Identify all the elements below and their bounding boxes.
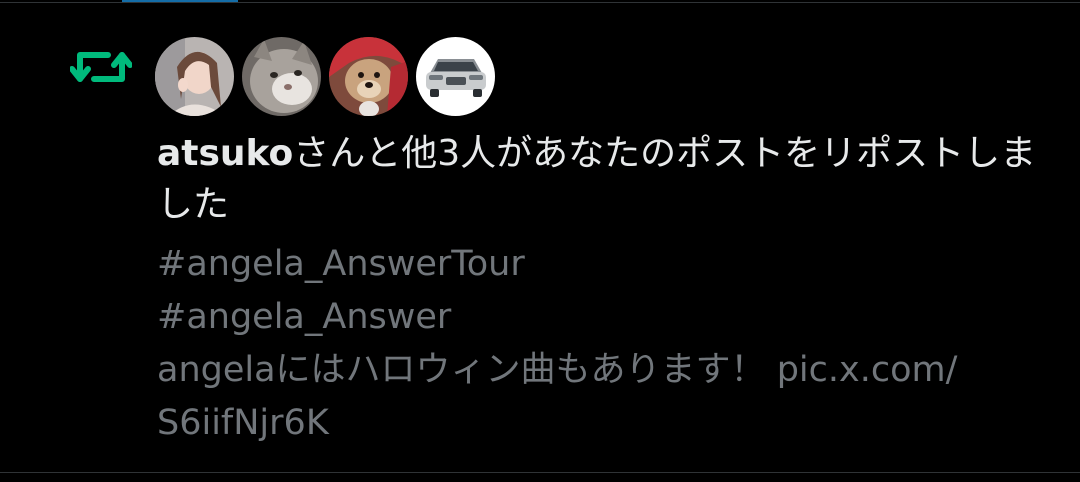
repost-notification[interactable]: atsukoさんと他3人があなたのポストをリポストしました #angela_An… xyxy=(0,3,1080,472)
post-preview[interactable]: #angela_AnswerTour #angela_Answer angela… xyxy=(157,238,1057,450)
hashtag-link[interactable]: #angela_AnswerTour xyxy=(157,238,1057,291)
avatar-car-icon[interactable] xyxy=(416,37,495,116)
notification-headline: atsukoさんと他3人があなたのポストをリポストしました xyxy=(157,128,1057,230)
hashtag-link[interactable]: #angela_Answer xyxy=(157,291,1057,344)
post-body-line: angelaにはハロウィン曲もあります！ pic.x.com/ xyxy=(157,344,1057,397)
notification-text: atsukoさんと他3人があなたのポストをリポストしました #angela_An… xyxy=(157,128,1057,450)
reposter-avatars xyxy=(155,37,495,116)
media-link[interactable]: pic.x.com/ xyxy=(777,350,958,390)
avatar-woman-icon[interactable] xyxy=(155,37,234,116)
repost-icon xyxy=(69,43,133,91)
bottom-divider xyxy=(0,472,1080,473)
avatar-cat-icon[interactable] xyxy=(242,37,321,116)
media-link-continued[interactable]: S6iifNjr6K xyxy=(157,397,1057,450)
actor-name-link[interactable]: atsuko xyxy=(157,133,293,174)
post-body-text: angelaにはハロウィン曲もあります！ xyxy=(157,350,777,390)
avatar-dog-icon[interactable] xyxy=(329,37,408,116)
